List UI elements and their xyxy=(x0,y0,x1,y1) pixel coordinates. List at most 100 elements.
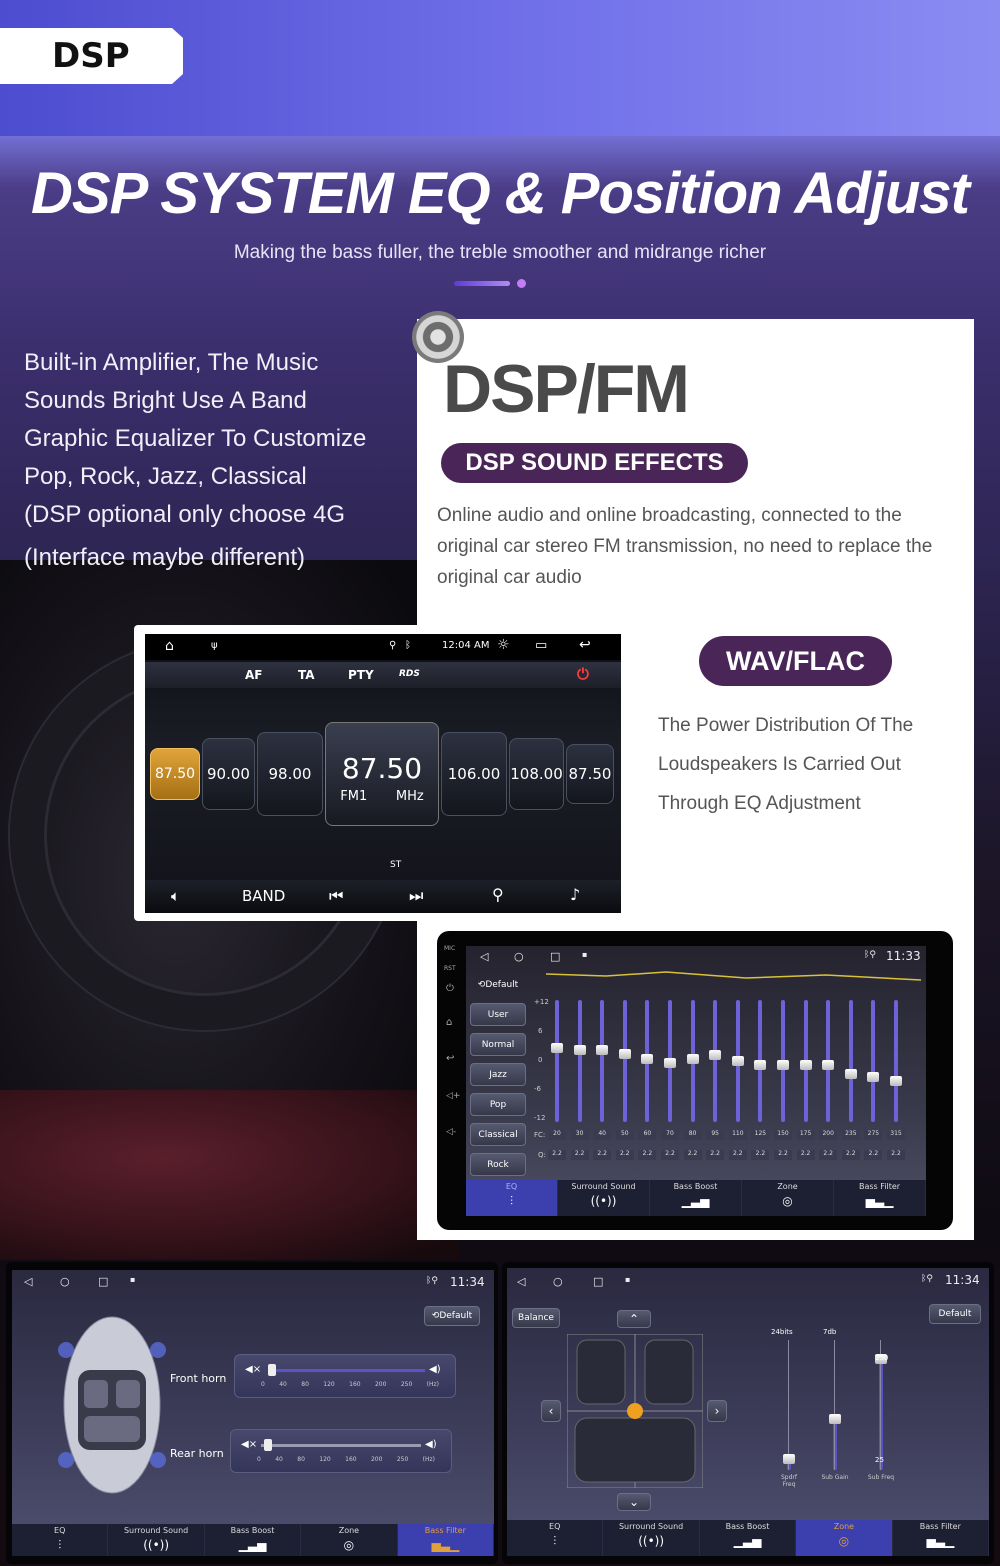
eq-fc-value[interactable]: 150 xyxy=(774,1130,792,1140)
eq-q-value[interactable]: 2.2 xyxy=(887,1150,905,1160)
tab-eq[interactable]: EQ ⫶ xyxy=(507,1520,604,1556)
volume-icon[interactable]: 🔈︎ xyxy=(171,887,180,905)
eq-band-knob[interactable] xyxy=(573,1044,586,1055)
eq-band-slider[interactable] xyxy=(709,1000,722,1122)
eq-q-value[interactable]: 2.2 xyxy=(796,1150,815,1160)
volume-up-icon[interactable]: ◁+ xyxy=(446,1091,460,1101)
preset-classical[interactable]: Classical xyxy=(470,1123,526,1146)
tab-bass-boost[interactable]: Bass Boost ▁▃▅ xyxy=(205,1524,302,1556)
preset-frequency[interactable]: 108.00 xyxy=(509,738,564,810)
eq-fc-value[interactable]: 175 xyxy=(796,1130,815,1140)
recent-nav-icon[interactable]: □ xyxy=(550,950,560,963)
eq-band-slider[interactable] xyxy=(686,1000,699,1122)
tab-bass-filter[interactable]: Bass Filter ▅▃▁ xyxy=(397,1524,494,1556)
back-nav-icon[interactable]: ◁ xyxy=(517,1275,525,1288)
eq-band-knob[interactable] xyxy=(754,1060,767,1071)
eq-q-value[interactable]: 2.2 xyxy=(774,1150,792,1160)
eq-band-knob[interactable] xyxy=(686,1053,699,1064)
default-button[interactable]: Default xyxy=(929,1304,981,1324)
eq-fc-value[interactable]: 70 xyxy=(661,1130,679,1140)
tab-zone[interactable]: Zone ◎ xyxy=(301,1524,398,1556)
preset-rock[interactable]: Rock xyxy=(470,1153,526,1176)
zone-slider-knob[interactable] xyxy=(829,1414,841,1425)
back-nav-icon[interactable]: ◁ xyxy=(480,950,488,963)
brightness-icon[interactable]: ☼ xyxy=(497,637,510,653)
eq-fc-value[interactable]: 235 xyxy=(841,1130,860,1140)
eq-band-slider[interactable] xyxy=(641,1000,654,1122)
eq-band-knob[interactable] xyxy=(844,1069,857,1080)
eq-q-value[interactable]: 2.2 xyxy=(593,1150,612,1160)
volume-icon[interactable]: ◀) xyxy=(425,1439,437,1450)
preset-frequency[interactable]: 87.50 xyxy=(150,748,200,800)
mute-icon[interactable]: ◀× xyxy=(241,1439,257,1450)
band-button[interactable]: BAND xyxy=(242,887,285,905)
previous-icon[interactable]: ⏮ xyxy=(329,886,343,906)
rds-button[interactable]: RDS xyxy=(399,669,420,679)
eq-band-knob[interactable] xyxy=(822,1060,835,1071)
eq-band-knob[interactable] xyxy=(867,1071,880,1082)
tab-zone[interactable]: Zone ◎ xyxy=(742,1180,834,1216)
power-icon[interactable]: ⏻ xyxy=(446,983,454,994)
eq-q-value[interactable]: 2.2 xyxy=(728,1150,747,1160)
eq-fc-value[interactable]: 60 xyxy=(638,1130,657,1140)
preset-frequency[interactable]: 98.00 xyxy=(257,732,323,816)
eq-band-slider[interactable] xyxy=(551,1000,563,1122)
eq-band-slider[interactable] xyxy=(844,1000,857,1122)
eq-q-value[interactable]: 2.2 xyxy=(819,1150,838,1160)
next-icon[interactable]: ⏭ xyxy=(409,886,423,906)
preset-frequency[interactable]: 106.00 xyxy=(441,732,507,816)
slider-knob[interactable] xyxy=(264,1439,273,1451)
tab-surround-sound[interactable]: Surround Sound ((•)) xyxy=(108,1524,205,1556)
eq-band-slider[interactable] xyxy=(573,1000,586,1122)
mute-icon[interactable]: ◀× xyxy=(245,1364,261,1375)
eq-band-slider[interactable] xyxy=(822,1000,835,1122)
tab-bass-boost[interactable]: Bass Boost ▁▃▅ xyxy=(650,1180,742,1216)
eq-band-knob[interactable] xyxy=(777,1060,789,1071)
home-nav-icon[interactable]: ○ xyxy=(60,1275,70,1288)
eq-q-value[interactable]: 2.2 xyxy=(841,1150,860,1160)
home-icon[interactable]: ⌂ xyxy=(165,638,174,654)
eq-band-slider[interactable] xyxy=(799,1000,812,1122)
home-nav-icon[interactable]: ○ xyxy=(514,950,524,963)
eq-band-knob[interactable] xyxy=(664,1058,676,1069)
eq-fc-value[interactable]: 125 xyxy=(751,1130,770,1140)
music-icon[interactable]: ♪ xyxy=(570,885,580,904)
tab-eq[interactable]: EQ ⫶ xyxy=(466,1180,558,1216)
eq-band-knob[interactable] xyxy=(641,1053,654,1064)
preset-user[interactable]: User xyxy=(470,1003,526,1026)
tab-bass-boost[interactable]: Bass Boost ▁▃▅ xyxy=(700,1520,797,1556)
eq-q-value[interactable]: 2.2 xyxy=(683,1150,702,1160)
af-button[interactable]: AF xyxy=(245,668,262,682)
eq-fc-value[interactable]: 20 xyxy=(548,1130,566,1140)
eq-band-knob[interactable] xyxy=(709,1050,722,1061)
eq-fc-value[interactable]: 30 xyxy=(570,1130,589,1140)
eq-fc-value[interactable]: 315 xyxy=(887,1130,905,1140)
back-icon[interactable]: ↩ xyxy=(446,1053,454,1064)
tab-bass-filter[interactable]: Bass Filter ▅▃▁ xyxy=(834,1180,926,1216)
back-icon[interactable]: ↩ xyxy=(579,637,591,653)
eq-band-slider[interactable] xyxy=(777,1000,789,1122)
eq-band-knob[interactable] xyxy=(731,1056,744,1066)
ta-button[interactable]: TA xyxy=(298,668,315,682)
eq-band-slider[interactable] xyxy=(890,1000,902,1122)
eq-fc-value[interactable]: 275 xyxy=(864,1130,883,1140)
eq-q-value[interactable]: 2.2 xyxy=(615,1150,634,1160)
eq-band-slider[interactable] xyxy=(664,1000,676,1122)
tab-bass-filter[interactable]: Bass Filter ▅▃▁ xyxy=(893,1520,989,1556)
zone-slider[interactable] xyxy=(783,1340,795,1470)
front-horn-slider[interactable]: ◀× ◀) 0 40 80 120 160 200 250 (Hz) xyxy=(234,1354,456,1398)
tab-surround-sound[interactable]: Surround Sound ((•)) xyxy=(558,1180,650,1216)
eq-band-knob[interactable] xyxy=(890,1076,902,1087)
eq-q-value[interactable]: 2.2 xyxy=(706,1150,725,1160)
preset-frequency[interactable]: 87.50 xyxy=(566,744,614,804)
preset-default[interactable]: ⟲ Default xyxy=(470,974,526,996)
recent-nav-icon[interactable]: □ xyxy=(593,1275,603,1288)
preset-normal[interactable]: Normal xyxy=(470,1033,526,1056)
eq-fc-value[interactable]: 40 xyxy=(593,1130,612,1140)
home-nav-icon[interactable]: ○ xyxy=(553,1275,563,1288)
eq-q-value[interactable]: 2.2 xyxy=(751,1150,770,1160)
eq-q-value[interactable]: 2.2 xyxy=(661,1150,679,1160)
eq-fc-value[interactable]: 95 xyxy=(706,1130,725,1140)
eq-q-value[interactable]: 2.2 xyxy=(570,1150,589,1160)
eq-band-knob[interactable] xyxy=(618,1049,631,1060)
